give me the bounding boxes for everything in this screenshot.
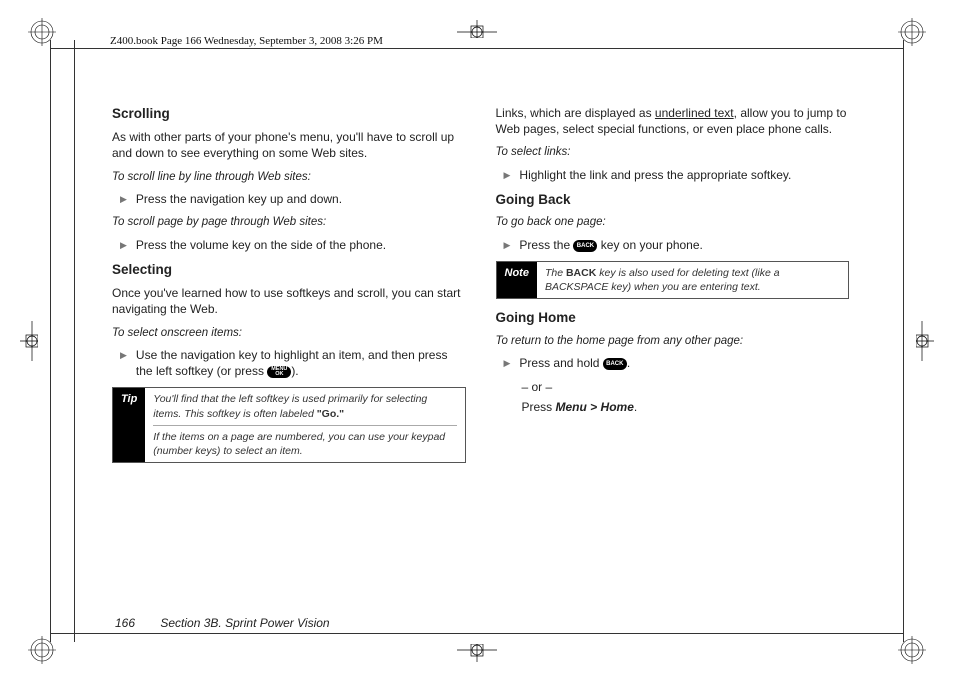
- tip-row2: If the items on a page are numbered, you…: [153, 430, 456, 458]
- em-home: To return to the home page from any othe…: [496, 334, 850, 350]
- tip-row1: You'll find that the left softkey is use…: [153, 392, 456, 425]
- para-select: Once you've learned how to use softkeys …: [112, 285, 466, 317]
- em-scroll-line: To scroll line by line through Web sites…: [112, 170, 466, 186]
- bullet-links: ▶ Highlight the link and press the appro…: [504, 167, 850, 183]
- menu-ok-key-icon: MENUOK: [267, 366, 291, 378]
- bullet-arrow-icon: ▶: [504, 169, 511, 181]
- press-menu-home: Press Menu > Home.: [522, 399, 850, 415]
- bullet-arrow-icon: ▶: [504, 239, 511, 251]
- crop-mark-top: [457, 20, 497, 38]
- bullet-text: Highlight the link and press the appropr…: [519, 167, 791, 183]
- para-scroll: As with other parts of your phone's menu…: [112, 129, 466, 161]
- doc-header: Z400.book Page 166 Wednesday, September …: [110, 35, 383, 47]
- em-select: To select onscreen items:: [112, 326, 466, 342]
- em-back: To go back one page:: [496, 215, 850, 231]
- tip-body: You'll find that the left softkey is use…: [145, 388, 464, 462]
- bullet-back: ▶ Press the BACK key on your phone.: [504, 237, 850, 253]
- note-body: The BACK key is also used for deleting t…: [537, 262, 848, 298]
- page-footer: 166 Section 3B. Sprint Power Vision: [115, 616, 330, 630]
- bullet-select: ▶ Use the navigation key to highlight an…: [120, 347, 466, 379]
- em-scroll-page: To scroll page by page through Web sites…: [112, 215, 466, 231]
- bullet-scroll-page: ▶ Press the volume key on the side of th…: [120, 237, 466, 253]
- crop-mark-bl: [28, 636, 56, 664]
- back-key-icon: BACK: [603, 358, 627, 370]
- tip-box: Tip You'll find that the left softkey is…: [112, 387, 466, 463]
- para-links: Links, which are displayed as underlined…: [496, 105, 850, 137]
- section-title: Section 3B. Sprint Power Vision: [160, 616, 329, 630]
- bullet-arrow-icon: ▶: [504, 357, 511, 369]
- rule-right: [903, 40, 904, 642]
- crop-mark-right: [916, 321, 934, 361]
- crop-mark-bottom: [457, 644, 497, 662]
- bullet-text: Press the BACK key on your phone.: [519, 237, 702, 253]
- txt-b: ).: [291, 364, 298, 378]
- bullet-text: Press the navigation key up and down.: [136, 191, 342, 207]
- bullet-arrow-icon: ▶: [120, 349, 127, 361]
- page-number: 166: [115, 616, 135, 630]
- bullet-text: Use the navigation key to highlight an i…: [136, 347, 466, 379]
- bullet-home: ▶ Press and hold BACK.: [504, 355, 850, 371]
- underlined-text: underlined text: [655, 106, 734, 120]
- heading-scrolling: Scrolling: [112, 105, 466, 123]
- bullet-scroll-line: ▶ Press the navigation key up and down.: [120, 191, 466, 207]
- heading-going-home: Going Home: [496, 309, 850, 327]
- bullet-arrow-icon: ▶: [120, 239, 127, 251]
- rule-bottom: [50, 633, 904, 634]
- em-links: To select links:: [496, 145, 850, 161]
- bullet-text: Press and hold BACK.: [519, 355, 630, 371]
- crop-mark-tl: [28, 18, 56, 46]
- heading-going-back: Going Back: [496, 191, 850, 209]
- bullet-text: Press the volume key on the side of the …: [136, 237, 386, 253]
- or-text: – or –: [522, 379, 850, 395]
- bullet-arrow-icon: ▶: [120, 193, 127, 205]
- heading-selecting: Selecting: [112, 261, 466, 279]
- crop-mark-left: [20, 321, 38, 361]
- rule-top: [50, 48, 904, 49]
- column-right: Links, which are displayed as underlined…: [496, 105, 850, 592]
- back-key-icon: BACK: [573, 240, 597, 252]
- rule-left-2: [74, 40, 75, 642]
- rule-left-1: [50, 40, 51, 642]
- tip-label: Tip: [113, 388, 145, 462]
- note-box: Note The BACK key is also used for delet…: [496, 261, 850, 299]
- page-content: Scrolling As with other parts of your ph…: [112, 105, 849, 592]
- column-left: Scrolling As with other parts of your ph…: [112, 105, 466, 592]
- note-label: Note: [497, 262, 537, 298]
